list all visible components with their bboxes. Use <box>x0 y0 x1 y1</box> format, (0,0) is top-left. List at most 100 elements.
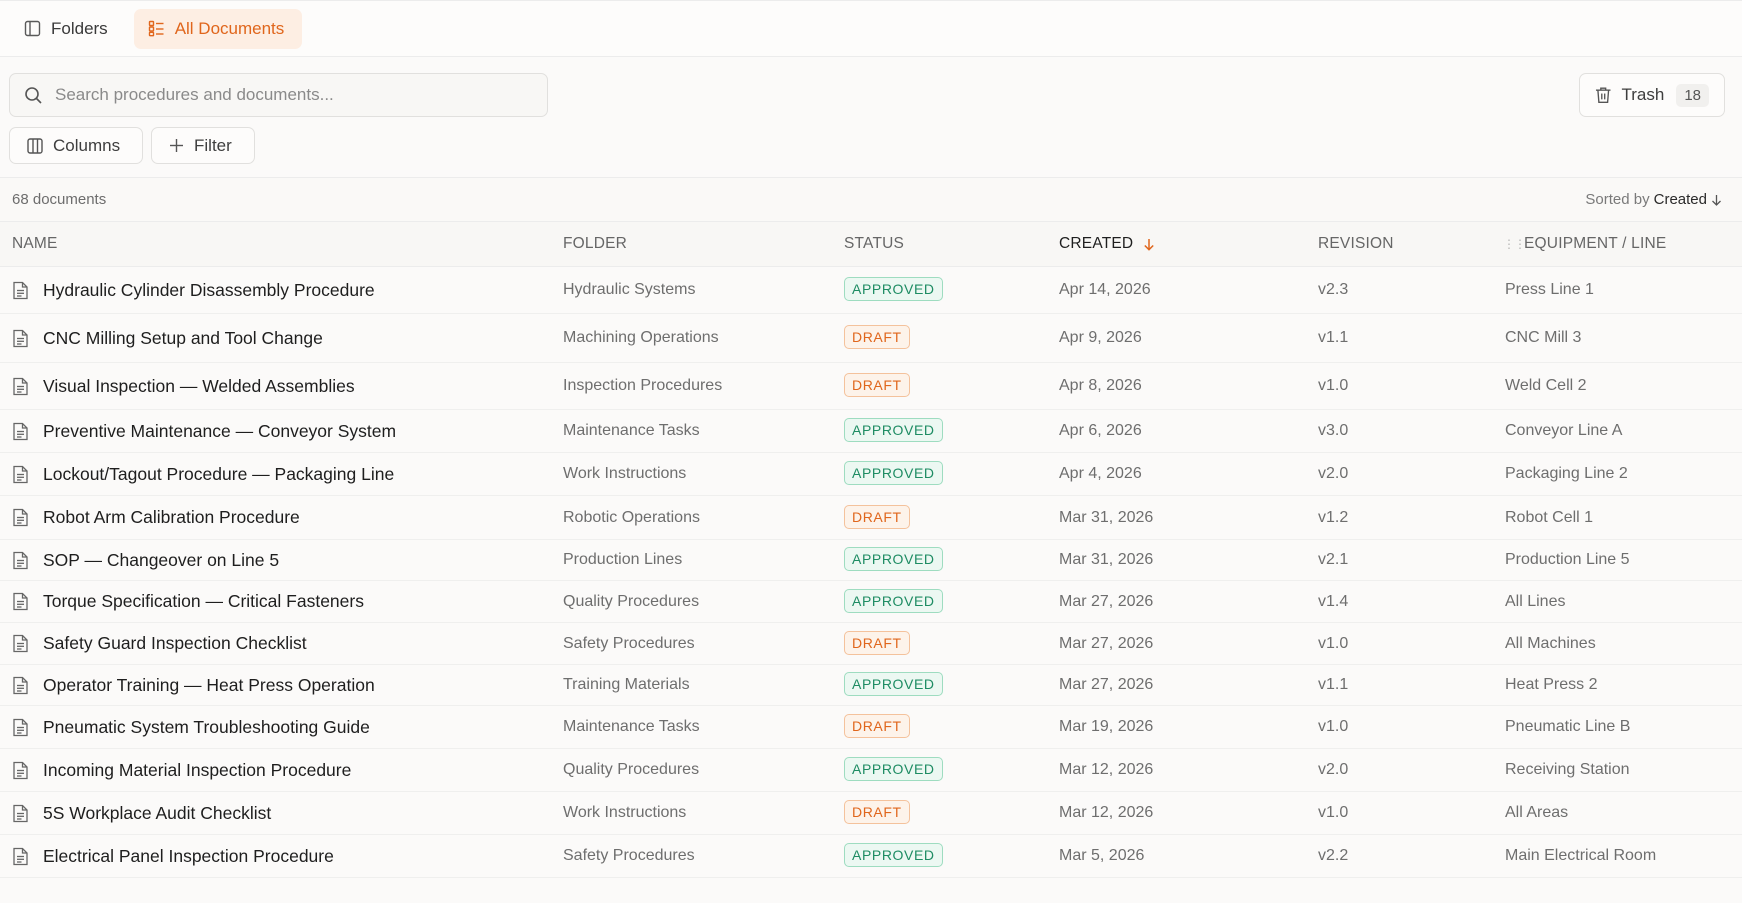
created-date-cell: Mar 27, 2026 <box>1059 592 1154 610</box>
search-input[interactable] <box>55 85 525 105</box>
tab-all-documents[interactable]: All Documents <box>133 8 303 49</box>
folder-cell: Maintenance Tasks <box>563 718 700 735</box>
table-row[interactable]: Incoming Material Inspection Procedure Qu… <box>0 749 1742 792</box>
status-badge: DRAFT <box>844 373 910 397</box>
status-cell: APPROVED <box>844 757 943 781</box>
table-header: NAME FOLDER STATUS CREATED REVISION ⋮⋮ E… <box>0 222 1742 267</box>
sort-indicator[interactable]: Sorted by Created <box>1585 191 1722 208</box>
table-row[interactable]: Electrical Panel Inspection Procedure Saf… <box>0 835 1742 878</box>
revision-cell: v1.4 <box>1318 592 1349 610</box>
table-row[interactable]: Pneumatic System Troubleshooting Guide Ma… <box>0 706 1742 749</box>
sidebar-panel-icon <box>24 20 41 37</box>
table-row[interactable]: 5S Workplace Audit Checklist Work Instruc… <box>0 792 1742 835</box>
status-cell: DRAFT <box>844 504 910 529</box>
status-cell: APPROVED <box>844 672 943 696</box>
document-name-cell[interactable]: Visual Inspection — Welded Assemblies <box>12 376 355 397</box>
top-tab-bar: Folders All Documents <box>0 0 1742 57</box>
revision-cell: v2.3 <box>1318 281 1349 298</box>
table-row[interactable]: Lockout/Tagout Procedure — Packaging Lin… <box>0 453 1742 496</box>
document-icon <box>13 551 28 569</box>
document-name-cell[interactable]: Pneumatic System Troubleshooting Guide <box>12 717 370 738</box>
created-date-cell: Mar 5, 2026 <box>1059 847 1145 864</box>
document-name: Robot Arm Calibration Procedure <box>43 507 300 527</box>
table-row[interactable]: Preventive Maintenance — Conveyor System… <box>0 410 1742 453</box>
folder-cell: Safety Procedures <box>563 634 695 652</box>
folder-cell: Machining Operations <box>563 329 719 346</box>
status-cell: APPROVED <box>844 588 943 613</box>
column-header-folder[interactable]: FOLDER <box>563 235 627 253</box>
folder-cell: Training Materials <box>563 676 690 693</box>
status-cell: APPROVED <box>844 277 943 301</box>
created-date-cell: Mar 31, 2026 <box>1059 551 1154 568</box>
column-header-name[interactable]: NAME <box>12 235 58 253</box>
table-row[interactable]: SOP — Changeover on Line 5 Production Lin… <box>0 540 1742 581</box>
status-cell: DRAFT <box>844 373 910 397</box>
tab-folders[interactable]: Folders <box>10 9 126 49</box>
document-name-cell[interactable]: Lockout/Tagout Procedure — Packaging Lin… <box>12 464 394 485</box>
status-badge: APPROVED <box>844 547 943 571</box>
folder-cell: Inspection Procedures <box>563 377 723 394</box>
folder-cell: Work Instructions <box>563 465 687 482</box>
list-icon <box>148 20 164 37</box>
equipment-cell: All Machines <box>1505 634 1596 652</box>
equipment-cell: All Areas <box>1505 804 1569 821</box>
trash-icon <box>1595 87 1611 103</box>
folder-cell: Maintenance Tasks <box>563 422 700 439</box>
document-name: Electrical Panel Inspection Procedure <box>43 845 334 866</box>
document-name: Safety Guard Inspection Checklist <box>43 633 307 653</box>
drag-handle-icon[interactable]: ⋮⋮ <box>1503 237 1526 251</box>
table-row[interactable]: Hydraulic Cylinder Disassembly Procedure… <box>0 267 1742 314</box>
table-row[interactable]: Torque Specification — Critical Fastener… <box>0 581 1742 623</box>
revision-cell: v1.1 <box>1318 676 1349 693</box>
status-badge: DRAFT <box>844 325 910 349</box>
folder-cell: Robotic Operations <box>563 508 700 526</box>
document-name: Hydraulic Cylinder Disassembly Procedure <box>43 279 375 300</box>
status-cell: APPROVED <box>844 547 943 571</box>
document-name: CNC Milling Setup and Tool Change <box>43 327 323 348</box>
filter-button[interactable]: Filter <box>151 127 255 164</box>
table-row[interactable]: Robot Arm Calibration Procedure Robotic O… <box>0 496 1742 540</box>
results-summary: 68 documents Sorted by Created <box>0 178 1742 222</box>
revision-cell: v1.2 <box>1318 508 1349 526</box>
columns-button[interactable]: Columns <box>9 127 143 164</box>
revision-cell: v1.0 <box>1318 804 1349 821</box>
created-date-cell: Mar 31, 2026 <box>1059 508 1154 526</box>
trash-button[interactable]: Trash 18 <box>1579 73 1725 117</box>
column-header-status[interactable]: STATUS <box>844 235 904 253</box>
column-header-equipment[interactable]: EQUIPMENT / LINE <box>1524 235 1666 253</box>
trash-button-label: Trash <box>1621 85 1665 104</box>
sort-field: Created <box>1653 191 1707 208</box>
equipment-cell: CNC Mill 3 <box>1505 329 1582 346</box>
folder-cell: Quality Procedures <box>563 761 700 778</box>
revision-cell: v3.0 <box>1318 422 1349 439</box>
table-row[interactable]: Operator Training — Heat Press Operation… <box>0 665 1742 706</box>
document-name-cell[interactable]: Robot Arm Calibration Procedure <box>12 507 300 528</box>
document-name-cell[interactable]: CNC Milling Setup and Tool Change <box>12 328 323 349</box>
document-name: Pneumatic System Troubleshooting Guide <box>43 716 370 737</box>
folder-cell: Work Instructions <box>563 804 687 821</box>
revision-cell: v1.0 <box>1318 634 1349 652</box>
document-name-cell[interactable]: Safety Guard Inspection Checklist <box>12 633 307 654</box>
table-row[interactable]: Visual Inspection — Welded Assemblies Ins… <box>0 363 1742 410</box>
document-name-cell[interactable]: SOP — Changeover on Line 5 <box>12 550 279 571</box>
created-date-cell: Mar 12, 2026 <box>1059 761 1154 778</box>
revision-cell: v2.0 <box>1318 761 1349 778</box>
column-header-created[interactable]: CREATED <box>1059 235 1155 253</box>
document-icon <box>13 465 28 483</box>
document-name-cell[interactable]: Preventive Maintenance — Conveyor System <box>12 421 396 442</box>
column-header-created-label: CREATED <box>1059 235 1134 252</box>
column-header-revision[interactable]: REVISION <box>1318 235 1394 253</box>
document-name-cell[interactable]: Operator Training — Heat Press Operation <box>12 675 375 696</box>
document-name-cell[interactable]: 5S Workplace Audit Checklist <box>12 803 271 824</box>
status-badge: APPROVED <box>844 588 943 613</box>
status-badge: APPROVED <box>844 461 943 485</box>
equipment-cell: Pneumatic Line B <box>1505 718 1631 735</box>
document-name-cell[interactable]: Electrical Panel Inspection Procedure <box>12 846 334 867</box>
table-row[interactable]: CNC Milling Setup and Tool Change Machini… <box>0 314 1742 363</box>
document-name-cell[interactable]: Torque Specification — Critical Fastener… <box>12 591 364 612</box>
equipment-cell: Weld Cell 2 <box>1505 377 1587 394</box>
document-name-cell[interactable]: Hydraulic Cylinder Disassembly Procedure <box>12 280 375 301</box>
document-name-cell[interactable]: Incoming Material Inspection Procedure <box>12 760 351 781</box>
table-row[interactable]: Safety Guard Inspection Checklist Safety … <box>0 623 1742 665</box>
folder-cell: Safety Procedures <box>563 847 695 864</box>
